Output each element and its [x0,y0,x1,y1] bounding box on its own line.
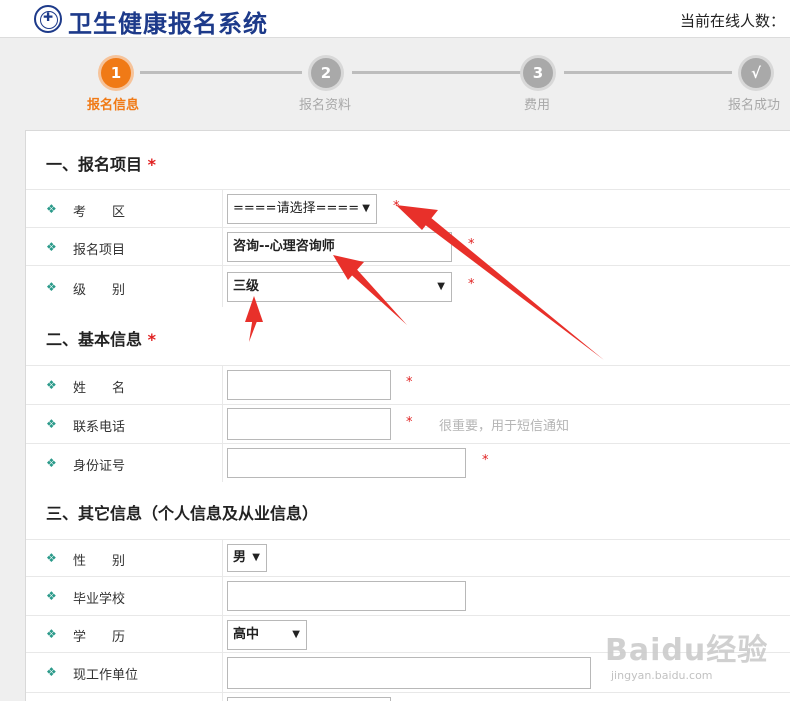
step-4-check-icon: √ [741,58,771,88]
form-row-project: ❖ 报名项目 咨询--心理咨询师 * [26,227,790,265]
registration-form-panel: 一、报名项目 * ❖ 考 区 ====请选择==== ▼ * ❖ 报名项目 咨询… [25,130,790,701]
bullet-icon: ❖ [46,627,57,641]
required-star: * [393,199,400,214]
field-label: 毕业学校 [73,592,126,607]
bullet-icon: ❖ [46,280,57,294]
field-label: 身份证号 [73,459,126,474]
exam-area-select[interactable]: ====请选择==== ▼ [227,194,377,224]
section-title-other: 三、其它信息（个人信息及从业信息） [46,504,319,523]
employer-input[interactable] [227,657,591,689]
field-label: 姓 名 [73,381,126,396]
bullet-icon: ❖ [46,456,57,470]
baidu-watermark: Baidu经验 jingyan.baidu.com [605,633,769,682]
name-input[interactable] [227,370,391,400]
required-star: * [406,375,413,390]
top-header: 卫生健康报名系统 当前在线人数： [0,0,790,38]
field-label: 性 别 [73,554,126,569]
school-input[interactable] [227,581,466,611]
chevron-down-icon: ▼ [362,203,370,214]
field-label: 现工作单位 [73,668,139,683]
section-title-project: 一、报名项目 * [46,155,156,174]
required-star: * [468,237,475,252]
progress-steps: 1 2 3 √ 报名信息 报名资料 费用 报名成功 [0,38,790,130]
step-4-label: 报名成功 [728,98,781,113]
form-row-school: ❖ 毕业学校 [26,576,790,615]
step-connector [564,71,732,74]
step-connector [140,71,302,74]
chevron-down-icon: ▼ [292,629,300,640]
project-input[interactable]: 咨询--心理咨询师 [227,232,452,262]
step-connector [352,71,522,74]
step-3-circle: 3 [523,58,553,88]
field-label: 报名项目 [73,243,126,258]
field-label: 级 别 [73,283,126,298]
step-3-label: 费用 [524,98,551,113]
bullet-icon: ❖ [46,551,57,565]
step-1-circle: 1 [101,58,131,88]
next-input[interactable] [227,697,391,701]
form-row-id-number: ❖ 身份证号 * [26,443,790,482]
form-row-name: ❖ 姓 名 * [26,365,790,404]
site-title: 卫生健康报名系统 [68,9,268,38]
bullet-icon: ❖ [46,417,57,431]
bullet-icon: ❖ [46,202,57,216]
form-row-level: ❖ 级 别 三级 ▼ * [26,265,790,307]
phone-input[interactable] [227,408,391,440]
level-select[interactable]: 三级 ▼ [227,272,452,302]
step-1-label: 报名信息 [87,98,140,113]
required-star: * [406,415,413,430]
chevron-down-icon: ▼ [252,552,260,563]
online-count-label: 当前在线人数： [680,12,786,30]
logo-icon [34,5,62,33]
bullet-icon: ❖ [46,589,57,603]
required-star: * [468,277,475,292]
required-star: * [482,453,489,468]
form-row-exam-area: ❖ 考 区 ====请选择==== ▼ * [26,189,790,227]
chevron-down-icon: ▼ [437,281,445,292]
id-number-input[interactable] [227,448,466,478]
bullet-icon: ❖ [46,240,57,254]
form-row-phone: ❖ 联系电话 * 很重要，用于短信通知 [26,404,790,443]
bullet-icon: ❖ [46,378,57,392]
field-label: 考 区 [73,205,126,220]
phone-hint: 很重要，用于短信通知 [439,419,570,434]
section-title-basic: 二、基本信息 * [46,330,156,349]
bullet-icon: ❖ [46,665,57,679]
form-row-gender: ❖ 性 别 男 ▼ [26,539,790,576]
step-2-circle: 2 [311,58,341,88]
field-label: 学 历 [73,630,126,645]
field-label: 联系电话 [73,420,126,435]
gender-select[interactable]: 男 ▼ [227,544,267,572]
step-2-label: 报名资料 [299,98,352,113]
education-select[interactable]: 高中 ▼ [227,620,307,650]
form-row-partial [26,692,790,701]
